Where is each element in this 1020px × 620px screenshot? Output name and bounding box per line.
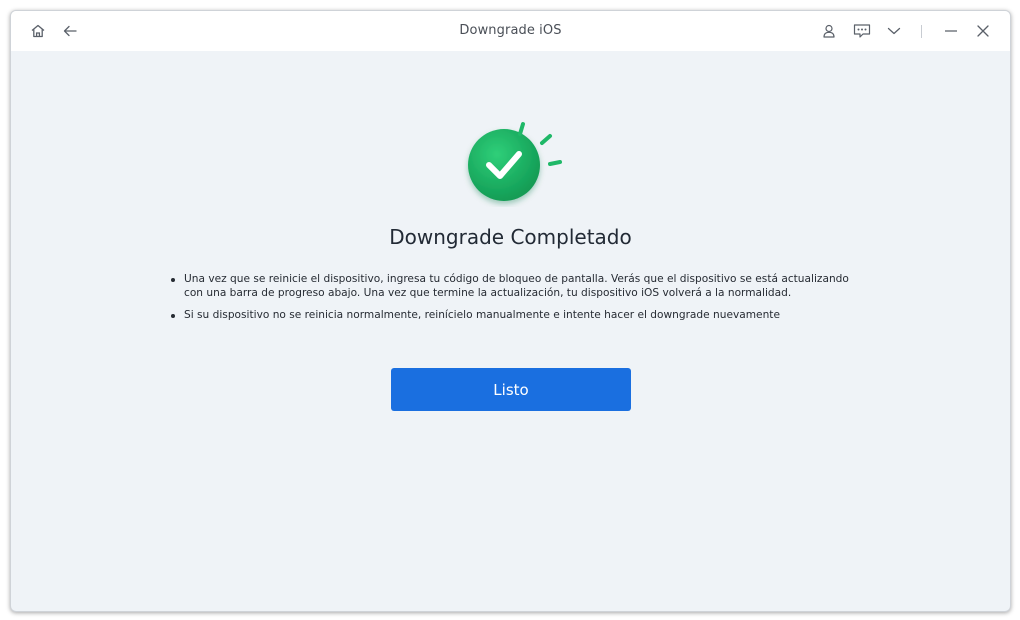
chevron-down-icon[interactable] <box>884 21 904 41</box>
minimize-icon[interactable] <box>941 21 961 41</box>
list-item: Si su dispositivo no se reinicia normalm… <box>171 309 861 323</box>
title-bar: Downgrade iOS <box>11 11 1010 51</box>
done-button[interactable]: Listo <box>391 368 631 411</box>
app-window: Downgrade iOS Downgrade Completado Una v… <box>10 10 1011 612</box>
titlebar-divider <box>921 25 922 38</box>
list-item: Una vez que se reinicie el dispositivo, … <box>171 273 861 300</box>
instructions-list: Una vez que se reinicie el dispositivo, … <box>171 273 861 332</box>
close-icon[interactable] <box>973 21 993 41</box>
page-heading: Downgrade Completado <box>389 225 632 249</box>
success-check-icon <box>461 107 571 207</box>
feedback-icon[interactable] <box>852 21 872 41</box>
user-icon[interactable] <box>819 21 839 41</box>
